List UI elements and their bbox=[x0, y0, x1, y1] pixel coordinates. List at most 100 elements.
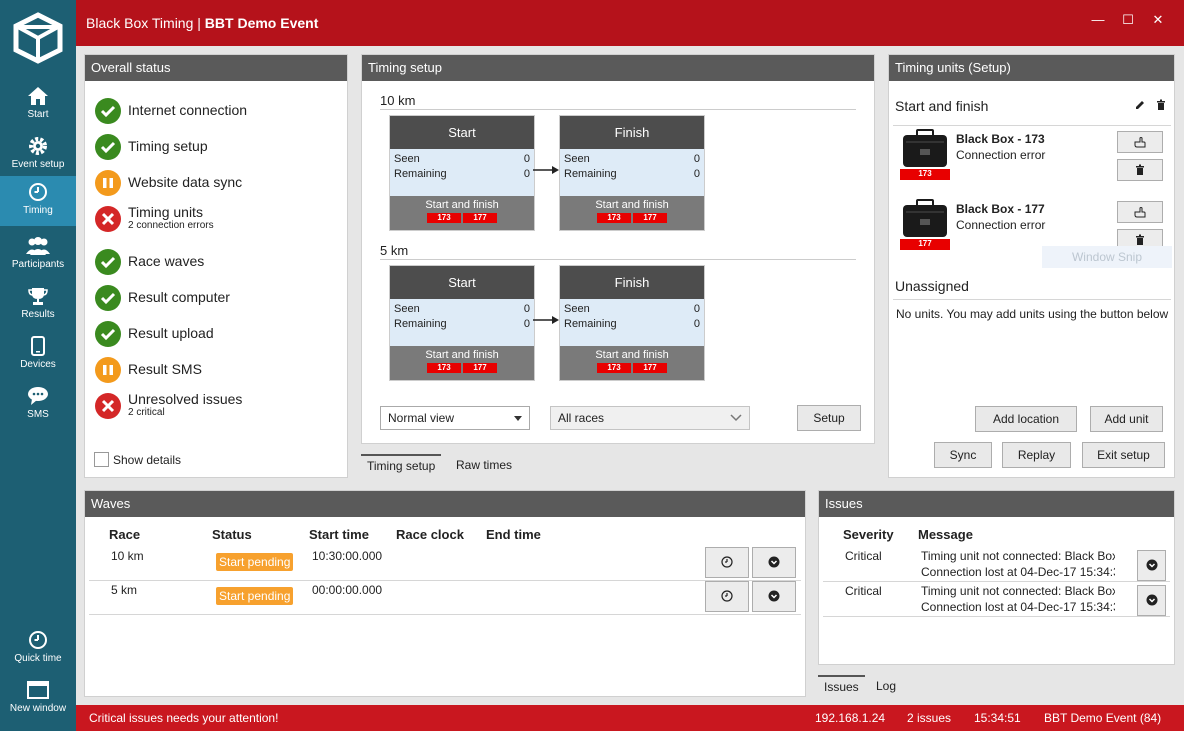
error-icon bbox=[95, 206, 121, 232]
clock-icon bbox=[721, 556, 733, 568]
nav-timing[interactable]: Timing bbox=[0, 176, 76, 226]
pencil-icon[interactable] bbox=[1134, 99, 1146, 111]
unit-tag: 173 bbox=[427, 213, 461, 223]
unit-tag: 173 bbox=[900, 169, 950, 180]
tab-log[interactable]: Log bbox=[870, 676, 902, 698]
remaining-row: Remaining 0 bbox=[564, 168, 700, 180]
seen-row: Seen 0 bbox=[564, 153, 700, 165]
chevron-down-circle-icon bbox=[1146, 559, 1157, 571]
setup-button[interactable]: Setup bbox=[797, 405, 861, 431]
race-title: 10 km bbox=[380, 93, 416, 108]
timing-setup-header: Timing setup bbox=[362, 55, 874, 81]
set-start-time-button[interactable] bbox=[705, 547, 749, 578]
status-issues-count[interactable]: 2 issues bbox=[907, 711, 951, 725]
timing-unit-card[interactable]: 173 Black Box - 173 Connection error bbox=[900, 129, 1170, 185]
race-select[interactable]: All races bbox=[550, 406, 750, 430]
status-row: Website data sync bbox=[95, 170, 335, 200]
chevron-down-circle-icon bbox=[768, 556, 780, 568]
maximize-button[interactable]: ☐ bbox=[1118, 12, 1138, 32]
issue-severity: Critical bbox=[845, 584, 882, 598]
nav-results-label: Results bbox=[21, 309, 55, 320]
race-divider bbox=[380, 259, 856, 260]
nav-new-window[interactable]: New window bbox=[0, 674, 76, 724]
status-message[interactable]: Critical issues needs your attention! bbox=[89, 711, 278, 725]
unit-tag: 173 bbox=[427, 363, 461, 373]
clock-icon bbox=[721, 590, 733, 602]
nav-participants[interactable]: Participants bbox=[0, 230, 76, 280]
timing-point-box[interactable]: Finish Seen 0 Remaining 0 Start and finish 173… bbox=[559, 265, 705, 381]
divider bbox=[893, 299, 1171, 300]
timing-units-header: Timing units (Setup) bbox=[889, 55, 1174, 81]
nav-start[interactable]: Start bbox=[0, 80, 76, 130]
chevron-down-icon bbox=[730, 414, 742, 422]
add-location-button[interactable]: Add location bbox=[975, 406, 1077, 432]
trash-icon bbox=[1136, 164, 1144, 175]
remaining-value: 0 bbox=[693, 168, 700, 180]
wave-race: 5 km bbox=[111, 583, 138, 597]
waves-header: Waves bbox=[85, 491, 805, 517]
unit-name: Black Box - 177 bbox=[956, 202, 1045, 216]
issue-message: Timing unit not connected: Black Box bbox=[921, 584, 1115, 598]
seen-label: Seen bbox=[394, 153, 420, 165]
add-unit-button[interactable]: Add unit bbox=[1090, 406, 1163, 432]
seen-label: Seen bbox=[394, 303, 420, 315]
clock-icon bbox=[29, 183, 47, 201]
hand-point-icon bbox=[1134, 137, 1146, 148]
nav-results[interactable]: Results bbox=[0, 280, 76, 330]
close-button[interactable]: ✕ bbox=[1148, 12, 1168, 32]
timing-point-box[interactable]: Start Seen 0 Remaining 0 Start and finish 173 1… bbox=[389, 115, 535, 231]
timing-point-location: Start and finish bbox=[595, 199, 669, 211]
minimize-button[interactable]: — bbox=[1088, 12, 1108, 32]
status-label: Result upload bbox=[128, 325, 214, 341]
check-icon bbox=[95, 98, 121, 124]
remove-unit-button[interactable] bbox=[1117, 159, 1163, 181]
seen-label: Seen bbox=[564, 303, 590, 315]
show-details-label: Show details bbox=[113, 453, 182, 467]
timing-point-title: Start bbox=[390, 116, 534, 149]
nav-new-window-label: New window bbox=[9, 703, 67, 714]
status-clock: 15:34:51 bbox=[974, 711, 1021, 725]
status-label: Timing setup bbox=[128, 138, 208, 154]
timing-point-title: Finish bbox=[560, 116, 704, 149]
issue-message-detail: Connection lost at 04-Dec-17 15:34:3 bbox=[921, 600, 1115, 614]
unassigned-title: Unassigned bbox=[895, 278, 969, 294]
nav-sms[interactable]: SMS bbox=[0, 380, 76, 430]
remaining-label: Remaining bbox=[394, 318, 447, 330]
view-select[interactable]: Normal view bbox=[380, 406, 530, 430]
tab-timing-setup[interactable]: Timing setup bbox=[361, 454, 442, 476]
trash-icon bbox=[1136, 234, 1144, 245]
replay-button[interactable]: Replay bbox=[1002, 442, 1071, 468]
status-row: Timing units 2 connection errors bbox=[95, 204, 335, 236]
expand-wave-button[interactable] bbox=[752, 547, 796, 578]
status-label: Result SMS bbox=[128, 361, 202, 377]
seen-value: 0 bbox=[523, 303, 530, 315]
nav-quick-time[interactable]: Quick time bbox=[0, 624, 76, 674]
wave-start-time: 10:30:00.000 bbox=[312, 549, 383, 563]
set-start-time-button[interactable] bbox=[705, 581, 749, 612]
tab-raw-times[interactable]: Raw times bbox=[450, 455, 518, 477]
arrow-right-icon bbox=[533, 313, 559, 324]
exit-setup-button[interactable]: Exit setup bbox=[1082, 442, 1165, 468]
race-title: 5 km bbox=[380, 243, 409, 258]
nav-devices[interactable]: Devices bbox=[0, 330, 76, 380]
expand-issue-button[interactable] bbox=[1137, 585, 1166, 616]
sync-button[interactable]: Sync bbox=[934, 442, 992, 468]
timing-point-location: Start and finish bbox=[595, 349, 669, 361]
show-details-checkbox[interactable] bbox=[94, 452, 109, 467]
window-title-event: BBT Demo Event bbox=[204, 15, 319, 31]
assign-unit-button[interactable] bbox=[1117, 131, 1163, 153]
expand-wave-button[interactable] bbox=[752, 581, 796, 612]
check-icon bbox=[95, 321, 121, 347]
unit-tag: 177 bbox=[463, 213, 497, 223]
column-header-race-clock: Race clock bbox=[396, 527, 464, 542]
remaining-row: Remaining 0 bbox=[394, 318, 530, 330]
nav-event-setup[interactable]: Event setup bbox=[0, 130, 76, 180]
expand-issue-button[interactable] bbox=[1137, 550, 1166, 581]
timing-point-box[interactable]: Start Seen 0 Remaining 0 Start and finish 173 1… bbox=[389, 265, 535, 381]
status-row: Result computer bbox=[95, 285, 335, 315]
timing-point-box[interactable]: Finish Seen 0 Remaining 0 Start and finish 173… bbox=[559, 115, 705, 231]
assign-unit-button[interactable] bbox=[1117, 201, 1163, 223]
trash-icon[interactable] bbox=[1155, 99, 1167, 111]
tab-issues[interactable]: Issues bbox=[818, 675, 865, 697]
status-ip: 192.168.1.24 bbox=[815, 711, 886, 725]
